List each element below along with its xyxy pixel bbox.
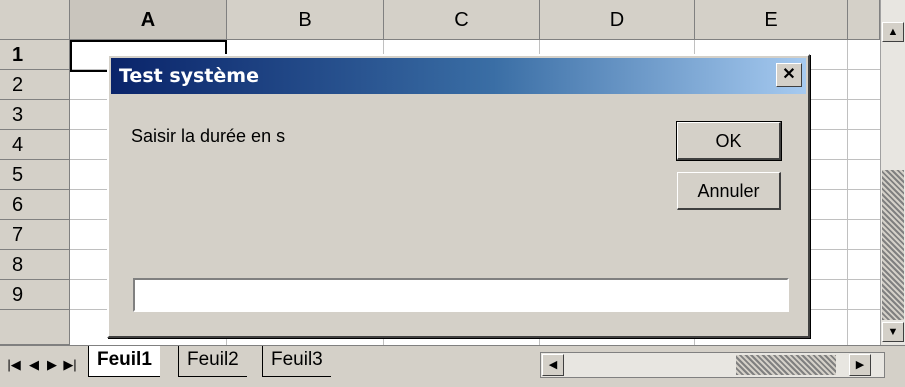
dialog-titlebar[interactable]: Test système ✕ bbox=[111, 58, 806, 94]
row-header-5[interactable]: 5 bbox=[0, 160, 70, 190]
row-header-8[interactable]: 8 bbox=[0, 250, 70, 280]
select-all-corner[interactable] bbox=[0, 0, 70, 40]
sheet-tab-bar: |◀ ◀ ▶ ▶| Feuil1 Feuil2 Feuil3 ◀ ▶ bbox=[0, 345, 905, 387]
input-dialog: Test système ✕ Saisir la durée en s OK A… bbox=[107, 54, 810, 338]
row-header-10[interactable] bbox=[0, 310, 70, 345]
grid-line bbox=[847, 40, 848, 345]
row-header-2[interactable]: 2 bbox=[0, 70, 70, 100]
scroll-right-icon[interactable]: ▶ bbox=[849, 354, 871, 376]
row-header-3[interactable]: 3 bbox=[0, 100, 70, 130]
horizontal-scroll-thumb[interactable] bbox=[736, 355, 836, 375]
column-header-f[interactable] bbox=[848, 0, 880, 40]
sheet-tab-feuil1[interactable]: Feuil1 bbox=[88, 346, 160, 377]
row-header-7[interactable]: 7 bbox=[0, 220, 70, 250]
sheet-tab-feuil2[interactable]: Feuil2 bbox=[178, 346, 247, 377]
column-header-b[interactable]: B bbox=[227, 0, 384, 40]
sheet-tab-feuil3[interactable]: Feuil3 bbox=[262, 346, 331, 377]
vertical-scroll-thumb[interactable] bbox=[882, 170, 904, 320]
scroll-left-icon[interactable]: ◀ bbox=[542, 354, 564, 376]
scroll-down-icon[interactable]: ▼ bbox=[882, 322, 904, 342]
prev-sheet-icon[interactable]: ◀ bbox=[26, 354, 42, 376]
cancel-button[interactable]: Annuler bbox=[677, 172, 781, 210]
column-header-d[interactable]: D bbox=[540, 0, 695, 40]
ok-button[interactable]: OK bbox=[676, 121, 782, 161]
dialog-prompt: Saisir la durée en s bbox=[131, 126, 286, 146]
first-sheet-icon[interactable]: |◀ bbox=[6, 354, 22, 376]
horizontal-scrollbar[interactable]: ◀ ▶ bbox=[540, 352, 885, 378]
duration-input[interactable] bbox=[133, 278, 789, 312]
row-header-4[interactable]: 4 bbox=[0, 130, 70, 160]
vertical-scrollbar[interactable]: ▲ ▼ bbox=[880, 0, 905, 345]
close-icon[interactable]: ✕ bbox=[776, 63, 802, 87]
row-header-6[interactable]: 6 bbox=[0, 190, 70, 220]
column-header-e[interactable]: E bbox=[695, 0, 848, 40]
dialog-title: Test système bbox=[119, 65, 259, 87]
column-header-a[interactable]: A bbox=[70, 0, 227, 40]
last-sheet-icon[interactable]: ▶| bbox=[62, 354, 78, 376]
next-sheet-icon[interactable]: ▶ bbox=[44, 354, 60, 376]
scroll-up-icon[interactable]: ▲ bbox=[882, 22, 904, 42]
row-header-9[interactable]: 9 bbox=[0, 280, 70, 310]
column-header-c[interactable]: C bbox=[384, 0, 540, 40]
row-header-1[interactable]: 1 bbox=[0, 40, 70, 70]
